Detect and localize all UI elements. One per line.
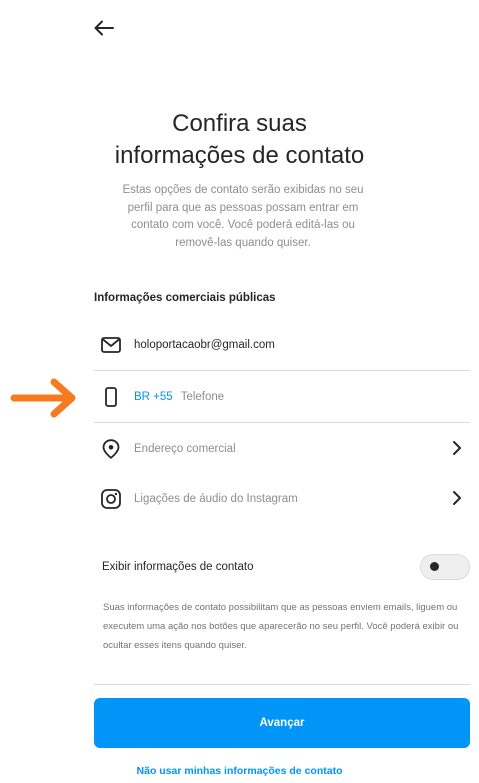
display-contact-label: Exibir informações de contato (102, 561, 254, 573)
country-code-selector[interactable]: BR +55 (134, 391, 173, 403)
instagram-icon (100, 488, 122, 510)
page-subtitle: Estas opções de contato serão exibidas n… (122, 184, 364, 249)
address-row[interactable]: Endereço comercial (94, 424, 470, 474)
display-contact-toggle[interactable] (420, 554, 470, 580)
page-title-line-2: informações de contato (114, 142, 365, 169)
phone-icon (100, 386, 122, 408)
back-button[interactable] (90, 14, 118, 42)
orange-arrow-icon (10, 377, 82, 424)
next-button[interactable]: Avançar (94, 698, 470, 748)
phone-row[interactable]: BR +55 (94, 372, 470, 423)
arrow-left-icon (94, 20, 114, 36)
audio-calls-row[interactable]: Ligações de áudio do Instagram (94, 474, 470, 524)
address-label: Endereço comercial (134, 443, 236, 455)
phone-input[interactable] (180, 391, 381, 403)
email-row[interactable]: holoportacaobr@gmail.com (94, 320, 470, 371)
audio-calls-label: Ligações de áudio do Instagram (134, 493, 298, 505)
email-value: holoportacaobr@gmail.com (134, 339, 275, 351)
section-label: Informações comerciais públicas (94, 292, 276, 304)
chevron-right-icon (452, 490, 462, 511)
page-title: Confira suas informações de contato (0, 108, 479, 172)
mail-icon (100, 334, 122, 356)
page-title-line-1: Confira suas (172, 110, 307, 137)
chevron-right-icon (452, 440, 462, 461)
display-contact-toggle-row: Exibir informações de contato (102, 552, 470, 582)
info-text: Suas informações de contato possibilitam… (103, 602, 459, 651)
skip-contact-info-link[interactable]: Não usar minhas informações de contato (0, 765, 479, 777)
location-pin-icon (100, 438, 122, 460)
divider (94, 684, 470, 685)
toggle-knob (430, 562, 439, 571)
